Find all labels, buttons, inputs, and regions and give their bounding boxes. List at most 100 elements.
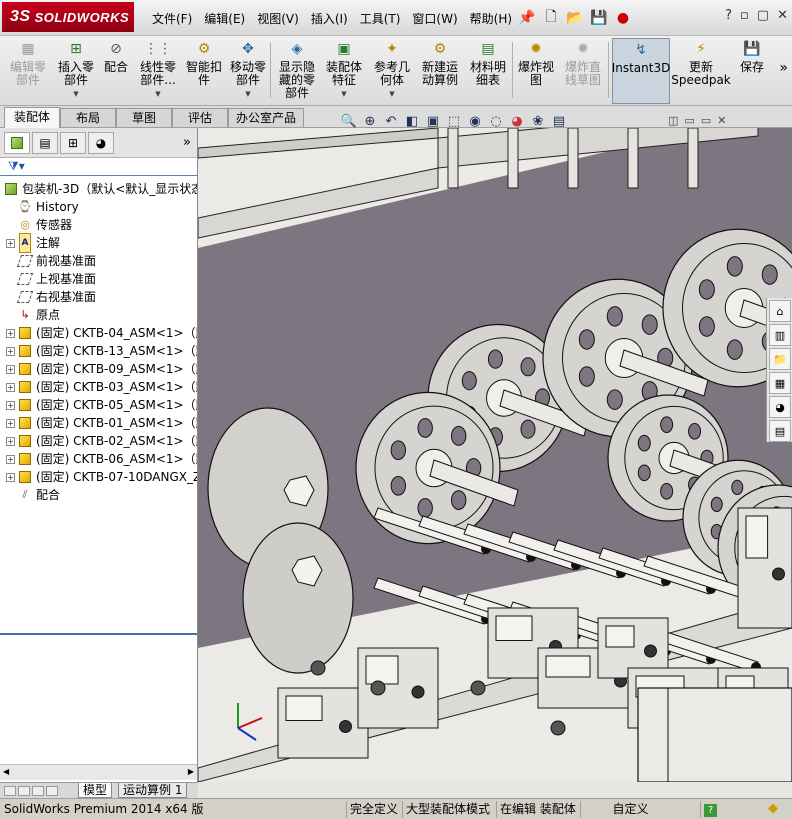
save-icon[interactable]: 💾: [588, 7, 610, 29]
ribbon-button-reference-geometry[interactable]: ✦ 参考几 何体 ▼: [370, 38, 414, 104]
tree-item-asm[interactable]: + (固定) CKTB-05_ASM<1>（默认: [6, 396, 197, 414]
tree-item-asm[interactable]: + (固定) CKTB-03_ASM<1>（默认: [6, 378, 197, 396]
viewport-split-icon[interactable]: ◫: [668, 114, 678, 127]
pin-icon[interactable]: 📌: [516, 7, 538, 29]
tree-item-plane[interactable]: 上视基准面: [16, 270, 96, 288]
zoom-to-fit-icon[interactable]: 🔍: [340, 112, 358, 130]
ribbon-more-icon[interactable]: »: [779, 60, 788, 76]
close-icon[interactable]: ✕: [777, 8, 788, 23]
tree-item-mates[interactable]: ⫽ 配合: [18, 486, 60, 504]
menu-file[interactable]: 文件(F): [146, 10, 198, 28]
dropdown-arrow-icon[interactable]: ▼: [155, 88, 160, 101]
view-settings-icon[interactable]: ▤: [550, 112, 568, 130]
hide-show-items-icon[interactable]: ◌: [487, 112, 505, 130]
horizontal-scrollbar[interactable]: ◀ ▶: [0, 764, 197, 780]
tab-nav-prev-icon[interactable]: [18, 786, 30, 796]
solidworks-logo[interactable]: 3S SOLIDWORKS: [2, 2, 134, 32]
ribbon-button-instant3d[interactable]: ↯ Instant3D: [612, 38, 670, 104]
dropdown-arrow-icon[interactable]: ▼: [341, 88, 346, 101]
custom-properties-icon[interactable]: ▤: [769, 420, 791, 442]
configuration-manager-tab-icon[interactable]: ⊞: [60, 132, 86, 154]
ribbon-button-move-component[interactable]: ✥ 移动零 部件 ▼: [226, 38, 270, 104]
menu-view[interactable]: 视图(V): [251, 10, 305, 28]
ribbon-button-exploded-view[interactable]: ✹ 爆炸视 图: [516, 38, 556, 104]
tab-nav-last-icon[interactable]: [46, 786, 58, 796]
view-palette-icon[interactable]: ▦: [769, 372, 791, 394]
expand-icon[interactable]: +: [6, 436, 15, 446]
tab-layout[interactable]: 布局: [60, 108, 116, 127]
dynamic-annotation-icon[interactable]: ▣: [424, 112, 442, 130]
expand-icon[interactable]: +: [6, 328, 15, 338]
tree-item-asm[interactable]: + (固定) CKTB-06_ASM<1>（默认: [6, 450, 197, 468]
viewport-close-icon[interactable]: ✕: [717, 114, 726, 127]
traffic-light-icon[interactable]: ●: [612, 7, 634, 29]
new-document-icon[interactable]: 🗋: [540, 7, 562, 29]
expand-icon[interactable]: +: [6, 364, 15, 374]
tree-item-origin[interactable]: ↳ 原点: [18, 306, 60, 324]
section-view-icon[interactable]: ◧: [403, 112, 421, 130]
tree-item-asm[interactable]: + (固定) CKTB-07-10DANGX_ZHO: [6, 468, 197, 486]
status-help-icon[interactable]: ?: [700, 801, 720, 818]
filter-icon[interactable]: ⧩▾: [8, 159, 25, 174]
file-explorer-icon[interactable]: 📁: [769, 348, 791, 370]
ribbon-button-bom[interactable]: ▤ 材料明 细表: [466, 38, 510, 104]
ribbon-button-edit-component[interactable]: ▦ 编辑零 部件: [6, 38, 50, 104]
expand-icon[interactable]: +: [6, 454, 15, 464]
tab-nav-first-icon[interactable]: [4, 786, 16, 796]
tab-sketch[interactable]: 草图: [116, 108, 172, 127]
zoom-area-icon[interactable]: ⊕: [361, 112, 379, 130]
ribbon-button-mate[interactable]: ⊘ 配合: [100, 38, 132, 104]
expand-icon[interactable]: +: [6, 382, 15, 392]
ribbon-button-explode-line[interactable]: ✹ 爆炸直 线草图: [562, 38, 604, 104]
tree-root-assembly[interactable]: 包装机-3D（默认<默认_显示状态: [4, 180, 197, 198]
tree-item-annotation[interactable]: + A 注解: [6, 233, 60, 253]
ribbon-button-linear-pattern[interactable]: ⋮⋮ 线性零 部件... ▼: [136, 38, 180, 104]
viewport-maximize-icon[interactable]: ▭: [701, 114, 711, 127]
tab-office-products[interactable]: 办公室产品: [228, 108, 304, 127]
tree-item-sensor[interactable]: ◎ 传感器: [18, 216, 72, 234]
feature-manager-tab-icon[interactable]: [4, 132, 30, 154]
viewport-restore-icon[interactable]: ▭: [684, 114, 694, 127]
tab-model[interactable]: 模型: [78, 783, 113, 798]
menu-edit[interactable]: 编辑(E): [198, 10, 251, 28]
display-style-icon[interactable]: ◉: [466, 112, 484, 130]
expand-icon[interactable]: +: [6, 418, 15, 428]
expand-icon[interactable]: +: [6, 400, 15, 410]
tab-motion-study-1[interactable]: 运动算例 1: [118, 783, 188, 798]
menu-tools[interactable]: 工具(T): [354, 10, 407, 28]
appearances-icon[interactable]: ◕: [769, 396, 791, 418]
tree-item-asm[interactable]: + (固定) CKTB-04_ASM<1>（默认: [6, 324, 197, 342]
tree-item-history[interactable]: ⌚ History: [18, 198, 79, 216]
view-orientation-icon[interactable]: ⬚: [445, 112, 463, 130]
ribbon-button-motion-study[interactable]: ⚙ 新建运 动算例: [418, 38, 462, 104]
maximize-icon[interactable]: ▢: [757, 8, 769, 23]
dropdown-arrow-icon[interactable]: ▼: [73, 88, 78, 101]
tab-nav-next-icon[interactable]: [32, 786, 44, 796]
scroll-right-icon[interactable]: ▶: [188, 767, 194, 776]
tab-evaluate[interactable]: 评估: [172, 108, 228, 127]
tree-item-asm[interactable]: + (固定) CKTB-13_ASM<1>（默认: [6, 342, 197, 360]
graphics-area[interactable]: ⌂ ▥ 📁 ▦ ◕ ▤: [198, 128, 792, 782]
help-icon[interactable]: ?: [725, 8, 732, 23]
ribbon-button-speedpak[interactable]: ⚡ 更新 Speedpak: [670, 38, 732, 104]
tag-icon[interactable]: ◆: [768, 801, 778, 816]
tree-item-plane[interactable]: 前视基准面: [16, 252, 96, 270]
open-folder-icon[interactable]: 📂: [564, 7, 586, 29]
ribbon-button-save[interactable]: 💾 保存: [734, 38, 770, 104]
dropdown-arrow-icon[interactable]: ▼: [245, 88, 250, 101]
expand-icon[interactable]: +: [6, 346, 15, 356]
ribbon-button-assembly-feature[interactable]: ▣ 装配体 特征 ▼: [322, 38, 366, 104]
expand-icon[interactable]: +: [6, 472, 15, 482]
scroll-left-icon[interactable]: ◀: [3, 767, 9, 776]
apply-scene-icon[interactable]: ❀: [529, 112, 547, 130]
display-manager-tab-icon[interactable]: ◕: [88, 132, 114, 154]
menu-window[interactable]: 窗口(W): [406, 10, 463, 28]
edit-appearance-icon[interactable]: ◕: [508, 112, 526, 130]
tree-item-asm[interactable]: + (固定) CKTB-09_ASM<1>（默认: [6, 360, 197, 378]
property-manager-tab-icon[interactable]: ▤: [32, 132, 58, 154]
minimize-icon[interactable]: ▫: [740, 8, 749, 23]
ribbon-button-insert-component[interactable]: ⊞ 插入零 部件 ▼: [54, 38, 98, 104]
tree-item-asm[interactable]: + (固定) CKTB-01_ASM<1>（默认: [6, 414, 197, 432]
expand-icon[interactable]: +: [6, 238, 15, 248]
solidworks-resources-icon[interactable]: ⌂: [769, 300, 791, 322]
